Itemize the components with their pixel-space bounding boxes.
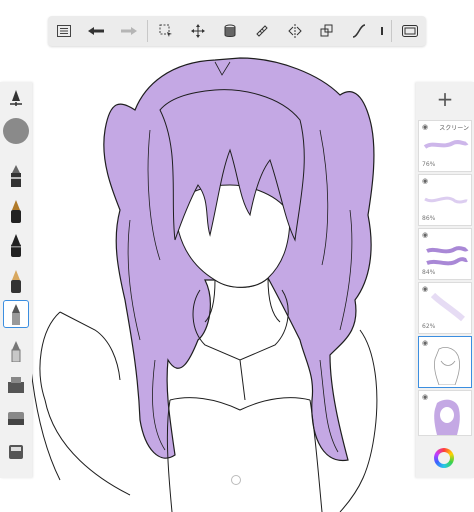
fill-icon[interactable] [214, 16, 246, 46]
layer-thumbnail[interactable]: ◉ スクリーン 76% [418, 120, 472, 172]
layer-opacity: 62% [422, 323, 436, 330]
layer-opacity: 76% [422, 161, 436, 168]
symmetry-icon[interactable] [279, 16, 311, 46]
list-icon[interactable] [48, 16, 80, 46]
layer-opacity: 84% [422, 269, 436, 276]
layers-panel: + ◉ スクリーン 76% ◉ 86% ◉ 84% ◉ 62% ◉ ◉ [416, 82, 474, 478]
brush-settings-icon[interactable] [3, 86, 29, 112]
brush-size-icon[interactable] [3, 118, 29, 144]
drawing-canvas[interactable] [0, 0, 474, 512]
layer-thumbnail[interactable]: ◉ 84% [418, 228, 472, 280]
layer-thumbnail[interactable]: ◉ [418, 390, 472, 436]
toolbar-separator [390, 20, 392, 42]
smudge-icon[interactable] [3, 438, 29, 464]
brush-airbrush-icon[interactable] [3, 372, 29, 398]
layer-thumbnail-selected[interactable]: ◉ [418, 336, 472, 388]
selection-icon[interactable] [150, 16, 182, 46]
transform-icon[interactable] [182, 16, 214, 46]
redo-icon[interactable] [112, 16, 144, 46]
eraser-icon[interactable] [3, 404, 29, 430]
eye-icon[interactable]: ◉ [422, 177, 428, 185]
brush-marker-icon[interactable] [3, 162, 29, 188]
brush-ink-icon[interactable] [3, 198, 29, 224]
color-wheel-icon[interactable] [434, 448, 454, 468]
top-toolbar [48, 16, 426, 46]
eye-icon[interactable]: ◉ [422, 231, 428, 239]
eye-icon[interactable]: ◉ [422, 123, 428, 131]
brush-toolbar [0, 82, 32, 478]
undo-icon[interactable] [80, 16, 112, 46]
curve-icon[interactable] [343, 16, 375, 46]
brush-pencil-icon[interactable] [3, 300, 29, 328]
layer-opacity: 86% [422, 215, 436, 222]
toolbar-separator [146, 20, 148, 42]
more-icon[interactable] [375, 16, 389, 46]
toolbar-grip[interactable] [230, 4, 244, 19]
eye-icon[interactable]: ◉ [422, 285, 428, 293]
add-layer-button[interactable]: + [416, 82, 474, 116]
layer-transform-icon[interactable] [311, 16, 343, 46]
layer-thumbnail[interactable]: ◉ 86% [418, 174, 472, 226]
puck-icon[interactable] [231, 475, 241, 485]
brush-fountain-pen-icon[interactable] [3, 268, 29, 294]
brush-soft-pencil-icon[interactable] [3, 338, 29, 364]
ruler-icon[interactable] [246, 16, 278, 46]
brush-pen-icon[interactable] [3, 232, 29, 258]
fullscreen-icon[interactable] [394, 16, 426, 46]
layer-thumbnail[interactable]: ◉ 62% [418, 282, 472, 334]
layer-name: スクリーン [439, 125, 469, 132]
